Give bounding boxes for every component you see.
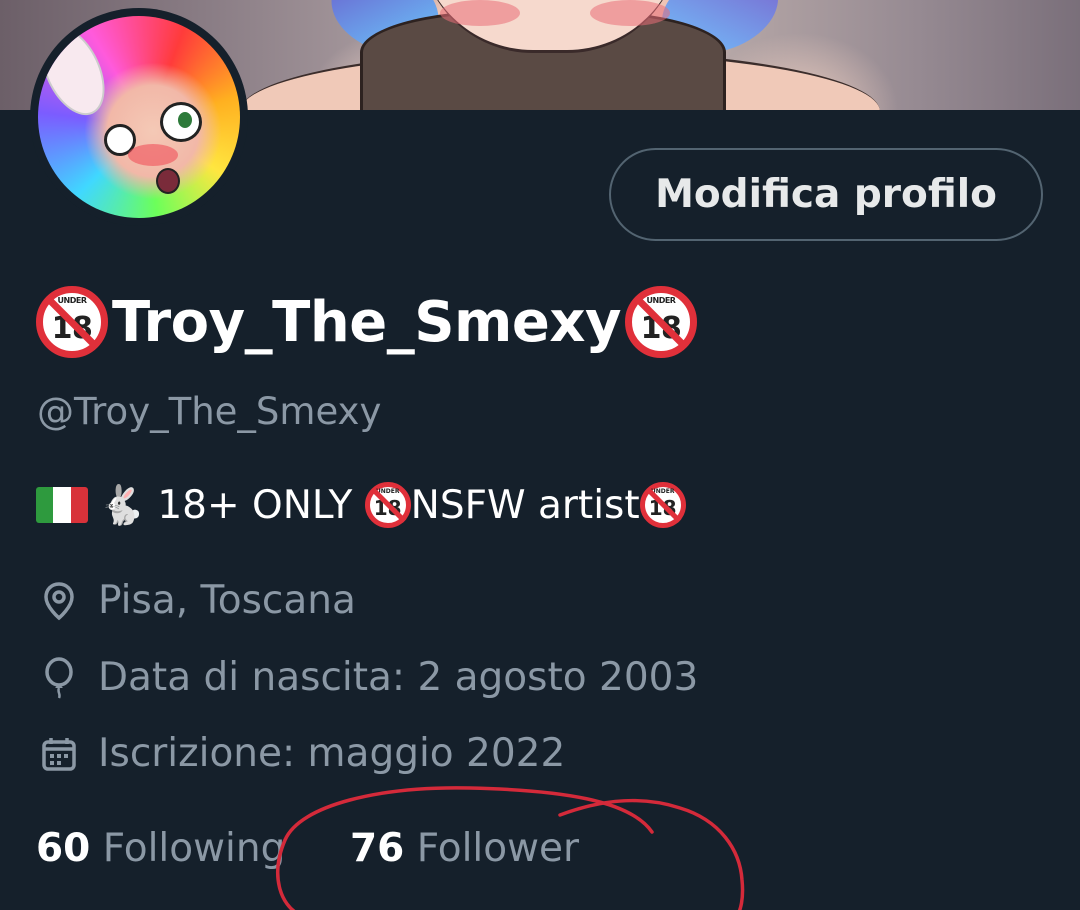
balloon-icon: [38, 656, 80, 699]
profile-join-date: Iscrizione: maggio 2022: [38, 731, 565, 776]
bio-text: NSFW artist: [410, 482, 640, 528]
rabbit-icon: 🐇: [98, 482, 146, 527]
bio-text: 18+ ONLY: [157, 482, 365, 528]
profile-birthday: Data di nascita: 2 agosto 2003: [38, 655, 698, 700]
following-link[interactable]: 60 Following: [36, 826, 285, 871]
calendar-icon: [38, 733, 80, 775]
profile-bio: 🐇 18+ ONLY UNDER 18 NSFW artist UNDER 18: [36, 476, 686, 534]
display-name: UNDER 18 Troy_The_Smexy UNDER 18: [36, 282, 697, 362]
profile-location: Pisa, Toscana: [38, 578, 356, 623]
location-pin-icon: [38, 580, 80, 622]
followers-link[interactable]: 76 Follower: [350, 826, 579, 871]
under-18-badge-icon: UNDER 18: [364, 482, 411, 528]
under-18-badge-icon: UNDER 18: [624, 286, 697, 358]
edit-profile-button[interactable]: Modifica profilo: [609, 148, 1043, 241]
under-18-badge-icon: UNDER 18: [639, 482, 686, 528]
italy-flag-icon: [36, 487, 88, 523]
under-18-badge-icon: UNDER 18: [36, 286, 108, 358]
profile-handle: @Troy_The_Smexy: [37, 390, 382, 433]
avatar[interactable]: [30, 8, 248, 226]
display-name-text: Troy_The_Smexy: [112, 289, 621, 355]
